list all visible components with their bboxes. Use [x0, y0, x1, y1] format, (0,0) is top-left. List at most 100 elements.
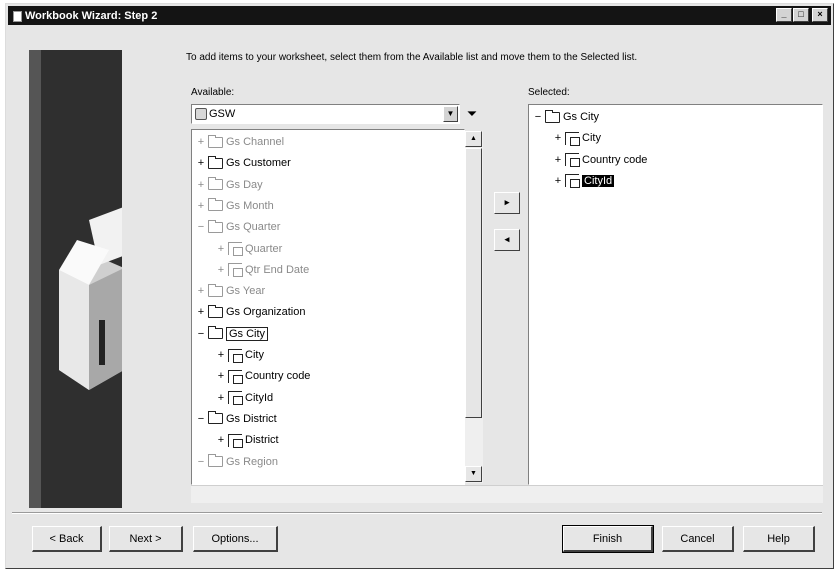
available-tree[interactable]: + Gs Channel + Gs Customer + Gs Day + Gs Month −… — [191, 129, 465, 485]
item-icon — [565, 153, 580, 168]
business-area-select[interactable]: GSW ▼ — [191, 104, 460, 124]
expand-icon[interactable]: + — [196, 179, 206, 191]
folder-icon — [208, 411, 223, 425]
expand-icon[interactable]: + — [553, 154, 563, 166]
item-icon — [228, 369, 243, 384]
tree-row[interactable]: + District — [216, 430, 279, 450]
tree-row[interactable]: + Gs Customer — [196, 153, 291, 173]
item-icon — [228, 263, 243, 278]
tree-row-label: Gs Organization — [226, 306, 306, 319]
instructions-text: To add items to your worksheet, select t… — [186, 52, 638, 63]
title-bar[interactable]: Workbook Wizard: Step 2 _ □ × — [8, 6, 831, 25]
back-button[interactable]: < Back — [32, 526, 102, 552]
expand-icon[interactable]: + — [196, 306, 206, 318]
scroll-thumb[interactable] — [465, 148, 482, 418]
tree-row[interactable]: + City — [553, 128, 601, 148]
tree-row[interactable]: + CityId — [216, 388, 273, 408]
tree-row-label: Gs Customer — [226, 157, 291, 170]
tree-row-label: Gs City — [563, 111, 600, 123]
tree-row[interactable]: + City — [216, 345, 264, 365]
tree-row[interactable]: + Country code — [553, 150, 647, 170]
tree-row[interactable]: + Gs Month — [196, 196, 274, 216]
filter-funnel-icon[interactable]: ⏷ — [462, 104, 482, 124]
expand-icon[interactable]: + — [553, 132, 563, 144]
cancel-button[interactable]: Cancel — [662, 526, 734, 552]
options-button[interactable]: Options... — [193, 526, 278, 552]
expand-icon[interactable]: + — [216, 349, 226, 361]
item-icon — [228, 348, 243, 363]
tree-row[interactable]: + CityId — [553, 171, 615, 191]
window-controls: _ □ × — [776, 8, 828, 22]
tree-row[interactable]: − Gs Region — [196, 452, 278, 472]
expand-icon[interactable]: + — [216, 264, 226, 276]
available-vscroll[interactable]: ▲ ▼ — [465, 131, 483, 483]
expand-icon[interactable]: + — [196, 285, 206, 297]
finish-button[interactable]: Finish — [562, 525, 654, 553]
add-item-button[interactable]: ▸ — [494, 192, 520, 214]
database-icon — [195, 108, 207, 120]
expand-icon[interactable]: + — [216, 370, 226, 382]
item-icon — [228, 242, 243, 256]
tree-row[interactable]: + Gs Organization — [196, 302, 305, 322]
expand-icon[interactable]: + — [216, 243, 226, 255]
maximize-button[interactable]: □ — [793, 8, 809, 22]
collapse-icon[interactable]: − — [196, 456, 206, 468]
scroll-down-icon[interactable]: ▼ — [465, 466, 482, 482]
tree-row-label: Quarter — [245, 242, 283, 255]
tree-row-label: Gs Quarter — [226, 221, 281, 234]
tree-row-label: Gs Region — [226, 455, 278, 468]
folder-icon — [208, 283, 223, 297]
tree-row-label: Country code — [582, 153, 648, 166]
expand-icon[interactable]: + — [196, 136, 206, 148]
wizard-illustration — [29, 50, 122, 508]
collapse-icon[interactable]: − — [533, 111, 543, 123]
item-icon — [228, 433, 243, 448]
expand-icon[interactable]: + — [553, 175, 563, 187]
next-button[interactable]: Next > — [109, 526, 183, 552]
window-title: Workbook Wizard: Step 2 — [25, 9, 158, 22]
collapse-icon[interactable]: − — [196, 221, 206, 233]
help-button[interactable]: Help — [743, 526, 815, 552]
folder-icon — [545, 109, 560, 123]
tree-row-label: City — [582, 132, 601, 145]
tree-row-label: CityId — [582, 174, 615, 187]
tree-row[interactable]: − Gs City — [196, 324, 269, 344]
folder-icon — [208, 177, 223, 191]
tree-row[interactable]: + Quarter — [216, 239, 282, 259]
tree-row[interactable]: − Gs District — [196, 409, 277, 429]
close-button[interactable]: × — [812, 8, 828, 22]
tree-row-label: City — [245, 349, 264, 361]
tree-row[interactable]: + Country code — [216, 366, 310, 386]
box-graphic — [59, 207, 122, 390]
tree-row-label: Qtr End Date — [245, 263, 310, 276]
tree-row[interactable]: − Gs City — [533, 107, 599, 127]
item-icon — [228, 391, 243, 406]
scroll-up-icon[interactable]: ▲ — [465, 131, 482, 147]
collapse-icon[interactable]: − — [196, 328, 206, 340]
minimize-button[interactable]: _ — [776, 8, 792, 22]
tree-row-label: Gs Channel — [226, 136, 285, 148]
item-icon — [565, 174, 580, 189]
folder-icon — [208, 304, 223, 318]
expand-icon[interactable]: + — [196, 157, 206, 169]
expand-icon[interactable]: + — [216, 434, 226, 446]
tree-row-label: District — [245, 434, 279, 447]
tree-row-label: CityId — [245, 391, 274, 404]
tree-row-label: Gs Month — [226, 199, 274, 212]
tree-row[interactable]: + Gs Year — [196, 281, 265, 301]
selected-tree[interactable]: − Gs City + City + Country code + CityId — [528, 104, 823, 485]
tree-row[interactable]: + Gs Day — [196, 175, 263, 195]
folder-icon — [208, 454, 223, 467]
remove-item-button[interactable]: ◂ — [494, 229, 520, 251]
tree-row[interactable]: + Qtr End Date — [216, 260, 309, 280]
tree-row[interactable]: + Gs Channel — [196, 132, 284, 152]
tree-row[interactable]: − Gs Quarter — [196, 217, 280, 237]
tree-row-label: Gs District — [226, 412, 277, 425]
expand-icon[interactable]: + — [196, 200, 206, 212]
tree-row-label: Gs Year — [226, 285, 266, 298]
chevron-down-icon[interactable]: ▼ — [443, 106, 458, 122]
tree-row-label: Country code — [245, 370, 311, 383]
expand-icon[interactable]: + — [216, 392, 226, 404]
horizontal-scrollbar[interactable] — [191, 485, 823, 503]
collapse-icon[interactable]: − — [196, 413, 206, 425]
